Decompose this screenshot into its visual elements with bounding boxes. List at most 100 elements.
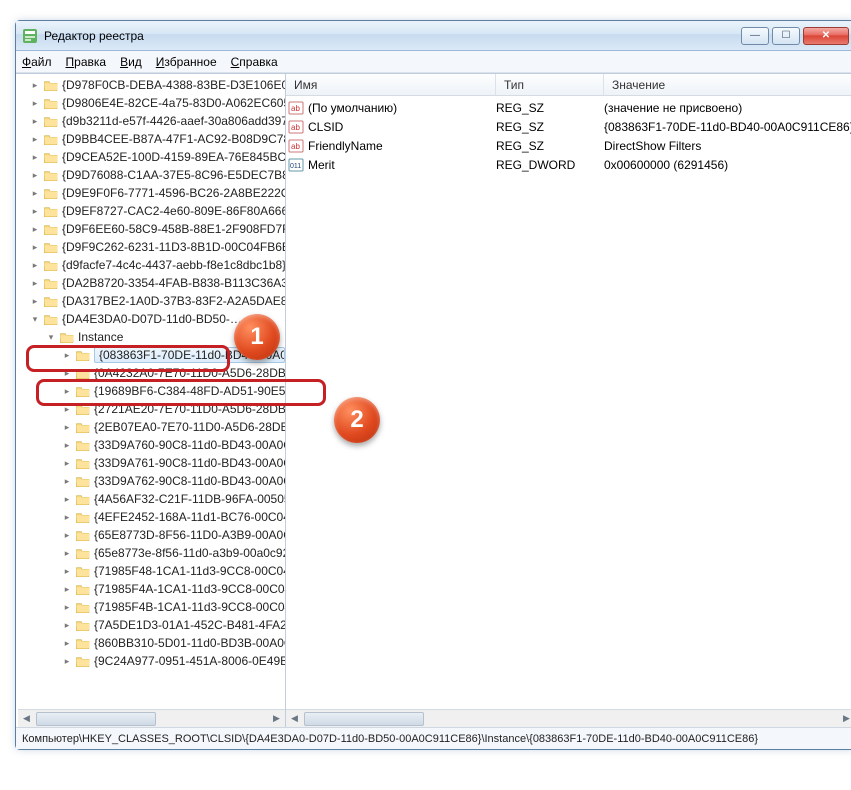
scroll-right-icon[interactable]: ▶ xyxy=(268,710,285,727)
expand-icon[interactable]: ▸ xyxy=(30,98,40,108)
expand-icon[interactable]: ▸ xyxy=(30,80,40,90)
expand-icon[interactable]: ▸ xyxy=(30,242,40,252)
tree-item[interactable]: ▸{DA317BE2-1A0D-37B3-83F2-A2A5DAE860BE} xyxy=(18,292,285,310)
scroll-right-icon[interactable]: ▶ xyxy=(838,710,851,727)
expand-icon[interactable]: ▸ xyxy=(62,458,72,468)
expand-icon[interactable]: ▸ xyxy=(62,368,72,378)
tree-item[interactable]: ▸{D9F9C262-6231-11D3-8B1D-00C04FB6BBE3} xyxy=(18,238,285,256)
value-data: DirectShow Filters xyxy=(604,139,851,153)
expand-icon[interactable]: ▸ xyxy=(62,530,72,540)
tree-item[interactable]: ▸{7A5DE1D3-01A1-452C-B481-4FA2B96271E8} xyxy=(18,616,285,634)
expand-icon[interactable]: ▸ xyxy=(30,260,40,270)
tree-item[interactable]: ▸{d9b3211d-e57f-4426-aaef-30a806add397} xyxy=(18,112,285,130)
expand-icon[interactable]: ▸ xyxy=(30,188,40,198)
maximize-button[interactable]: ☐ xyxy=(772,27,800,45)
expand-icon[interactable]: ▾ xyxy=(46,332,56,342)
tree-item[interactable]: ▸{083863F1-70DE-11d0-BD40-00A0C911CE86} xyxy=(18,346,285,364)
expand-icon[interactable]: ▸ xyxy=(30,152,40,162)
tree-item[interactable]: ▸{65e8773e-8f56-11d0-a3b9-00a0c9223196} xyxy=(18,544,285,562)
scroll-left-icon[interactable]: ◀ xyxy=(18,710,35,727)
menu-favorites[interactable]: Избранное xyxy=(156,55,217,69)
close-button[interactable]: ✕ xyxy=(803,27,849,45)
expand-icon[interactable]: ▸ xyxy=(30,206,40,216)
key-tree[interactable]: ▸{D978F0CB-DEBA-4388-83BE-D3E106E02AE9}▸… xyxy=(16,74,286,727)
menu-edit[interactable]: Правка xyxy=(66,55,107,69)
value-row[interactable]: 011MeritREG_DWORD0x00600000 (6291456) xyxy=(286,155,851,174)
tree-item[interactable]: ▸{0A4232A0-7E70-11D0-A5D6-28DB04C10000} xyxy=(18,364,285,382)
tree-item[interactable]: ▸{71985F48-1CA1-11d3-9CC8-00C04F7971E0} xyxy=(18,562,285,580)
value-type: REG_SZ xyxy=(496,120,604,134)
expand-icon[interactable]: ▾ xyxy=(30,314,40,324)
expand-icon[interactable]: ▸ xyxy=(30,116,40,126)
expand-icon[interactable]: ▸ xyxy=(30,296,40,306)
tree-item[interactable]: ▸{D9BB4CEE-B87A-47F1-AC92-B08D9C78138D} xyxy=(18,130,285,148)
expand-icon[interactable]: ▸ xyxy=(62,386,72,396)
menu-view[interactable]: Вид xyxy=(120,55,142,69)
value-row[interactable]: abFriendlyNameREG_SZDirectShow Filters xyxy=(286,136,851,155)
menu-help[interactable]: Справка xyxy=(231,55,278,69)
tree-item[interactable]: ▾Instance xyxy=(18,328,285,346)
value-row[interactable]: ab(По умолчанию)REG_SZ(значение не присв… xyxy=(286,98,851,117)
value-pane: Имя Тип Значение ab(По умолчанию)REG_SZ(… xyxy=(286,74,851,727)
expand-icon[interactable]: ▸ xyxy=(62,602,72,612)
expand-icon[interactable]: ▸ xyxy=(30,134,40,144)
tree-item[interactable]: ▸{65E8773D-8F56-11D0-A3B9-00A0C9223196} xyxy=(18,526,285,544)
tree-item[interactable]: ▸{D9EF8727-CAC2-4e60-809E-86F80A666CC0} xyxy=(18,202,285,220)
tree-item[interactable]: ▸{71985F4A-1CA1-11d3-9CC8-00C04F7971E0} xyxy=(18,580,285,598)
tree-item[interactable]: ▸{33D9A762-90C8-11d0-BD43-00A0C911CE86} xyxy=(18,472,285,490)
tree-item[interactable]: ▸{4A56AF32-C21F-11DB-96FA-005056C00008} xyxy=(18,490,285,508)
tree-item[interactable]: ▸{d9facfe7-4c4c-4437-aebb-f8e1c8dbc1b8} xyxy=(18,256,285,274)
expand-icon[interactable]: ▸ xyxy=(62,494,72,504)
body: ▸{D978F0CB-DEBA-4388-83BE-D3E106E02AE9}▸… xyxy=(16,73,851,727)
col-value[interactable]: Значение xyxy=(604,74,851,95)
tree-item[interactable]: ▸{DA2B8720-3354-4FAB-B838-B113C36A3599} xyxy=(18,274,285,292)
value-data: {083863F1-70DE-11d0-BD40-00A0C911CE86} xyxy=(604,120,851,134)
string-value-icon: ab xyxy=(286,119,306,135)
tree-hscroll-thumb[interactable] xyxy=(36,712,156,726)
tree-item[interactable]: ▸{D9F6EE60-58C9-458B-88E1-2F908FD7F87B} xyxy=(18,220,285,238)
expand-icon[interactable]: ▸ xyxy=(62,638,72,648)
expand-icon[interactable]: ▸ xyxy=(62,656,72,666)
expand-icon[interactable]: ▸ xyxy=(62,620,72,630)
tree-item[interactable]: ▸{860BB310-5D01-11d0-BD3B-00A0C911CE86} xyxy=(18,634,285,652)
value-columns[interactable]: Имя Тип Значение xyxy=(286,74,851,96)
tree-item[interactable]: ▸{2721AE20-7E70-11D0-A5D6-28DB04C10000} xyxy=(18,400,285,418)
expand-icon[interactable]: ▸ xyxy=(62,512,72,522)
titlebar[interactable]: Редактор реестра — ☐ ✕ xyxy=(16,21,851,51)
tree-item[interactable]: ▸{D9806E4E-82CE-4a75-83D0-A062EC6053C7} xyxy=(18,94,285,112)
expand-icon[interactable]: ▸ xyxy=(62,566,72,576)
col-type[interactable]: Тип xyxy=(496,74,604,95)
tree-item[interactable]: ▸{33D9A761-90C8-11d0-BD43-00A0C911CE86} xyxy=(18,454,285,472)
tree-item[interactable]: ▸{19689BF6-C384-48FD-AD51-90E58C79F70B} xyxy=(18,382,285,400)
tree-item[interactable]: ▸{D9CEA52E-100D-4159-89EA-76E845BC13F0} xyxy=(18,148,285,166)
svg-text:ab: ab xyxy=(291,142,300,151)
expand-icon[interactable]: ▸ xyxy=(62,404,72,414)
tree-hscroll[interactable]: ◀ ▶ xyxy=(18,709,285,727)
scroll-left-icon[interactable]: ◀ xyxy=(286,710,303,727)
value-hscroll[interactable]: ◀ ▶ xyxy=(286,709,851,727)
expand-icon[interactable]: ▸ xyxy=(62,548,72,558)
expand-icon[interactable]: ▸ xyxy=(30,170,40,180)
value-row[interactable]: abCLSIDREG_SZ{083863F1-70DE-11d0-BD40-00… xyxy=(286,117,851,136)
tree-item[interactable]: ▸{D978F0CB-DEBA-4388-83BE-D3E106E02AE9} xyxy=(18,76,285,94)
col-name[interactable]: Имя xyxy=(286,74,496,95)
minimize-button[interactable]: — xyxy=(741,27,769,45)
tree-item[interactable]: ▸{D9E9F0F6-7771-4596-BC26-2A8BE222CBF5} xyxy=(18,184,285,202)
value-hscroll-thumb[interactable] xyxy=(304,712,424,726)
tree-item[interactable]: ▸{9C24A977-0951-451A-8006-0E49BD28CD5F} xyxy=(18,652,285,670)
tree-item[interactable]: ▸{4EFE2452-168A-11d1-BC76-00C04FB9453B} xyxy=(18,508,285,526)
tree-item[interactable]: ▸{D9D76088-C1AA-37E5-8C96-E5DEC7B83237} xyxy=(18,166,285,184)
tree-item[interactable]: ▸{71985F4B-1CA1-11d3-9CC8-00C04F7971E0} xyxy=(18,598,285,616)
menu-file[interactable]: Файл xyxy=(22,55,52,69)
expand-icon[interactable]: ▸ xyxy=(62,584,72,594)
string-value-icon: ab xyxy=(286,138,306,154)
tree-item[interactable]: ▸{33D9A760-90C8-11d0-BD43-00A0C911CE86} xyxy=(18,436,285,454)
tree-item[interactable]: ▸{2EB07EA0-7E70-11D0-A5D6-28DB04C10000} xyxy=(18,418,285,436)
expand-icon[interactable]: ▸ xyxy=(62,476,72,486)
expand-icon[interactable]: ▸ xyxy=(62,350,72,360)
expand-icon[interactable]: ▸ xyxy=(62,422,72,432)
tree-item[interactable]: ▾{DA4E3DA0-D07D-11d0-BD50-… xyxy=(18,310,285,328)
expand-icon[interactable]: ▸ xyxy=(62,440,72,450)
expand-icon[interactable]: ▸ xyxy=(30,224,40,234)
expand-icon[interactable]: ▸ xyxy=(30,278,40,288)
